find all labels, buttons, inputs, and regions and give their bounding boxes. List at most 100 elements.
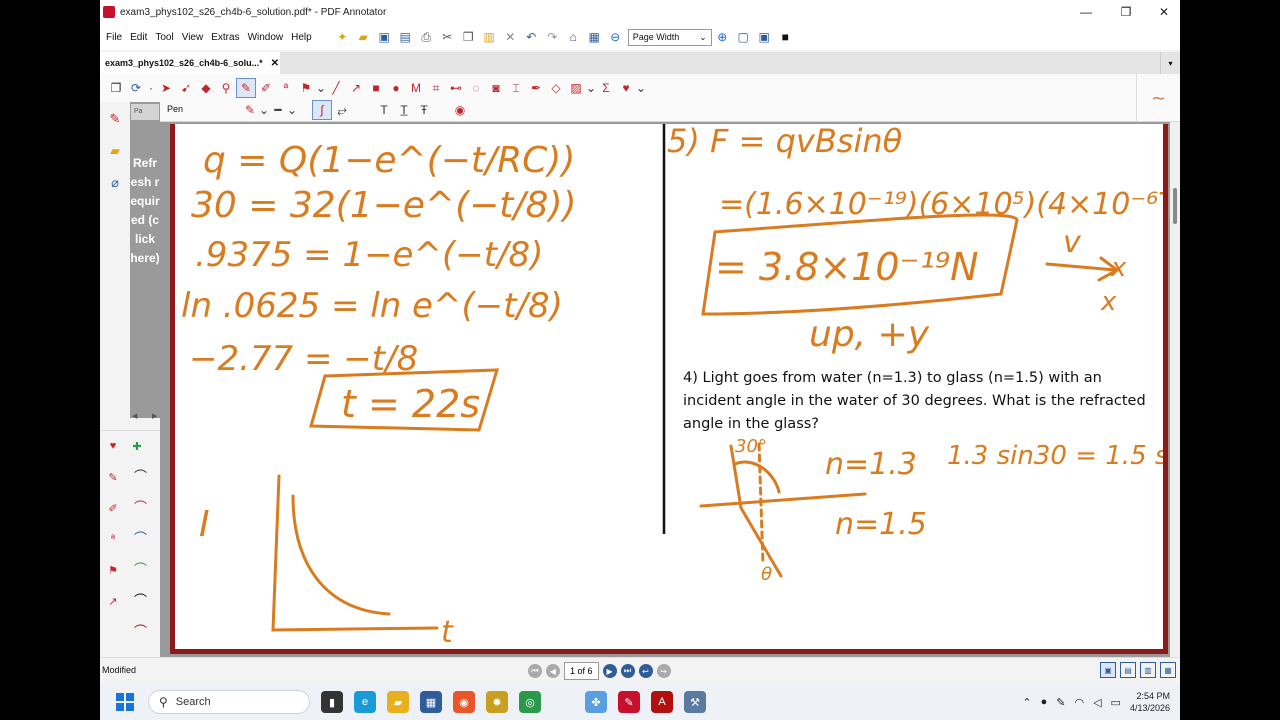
stroke-sample-green[interactable]: ⌒ xyxy=(134,563,148,577)
stroke-sample-dark[interactable]: ⌒ xyxy=(134,594,148,608)
fill-icon[interactable]: ◉ xyxy=(450,100,470,120)
line-icon[interactable]: ╱ xyxy=(326,78,346,98)
pen-color-dropdown-icon[interactable]: ⌄ xyxy=(259,100,269,120)
text-box-icon[interactable]: ª xyxy=(276,78,296,98)
text-favorite-icon[interactable]: ª xyxy=(104,530,122,548)
refresh-required-link[interactable]: Refresh required (click here) xyxy=(130,154,160,268)
menu-extras[interactable]: Extras xyxy=(207,32,243,43)
camera-icon[interactable]: ◙ xyxy=(486,78,506,98)
zoom-select[interactable]: Page Width ⌄ xyxy=(627,28,712,46)
pen-tray-icon[interactable]: ✎ xyxy=(1056,696,1065,709)
microphone-icon[interactable]: ● xyxy=(1041,696,1048,708)
close-button[interactable]: ✕ xyxy=(1146,0,1180,24)
cut-icon[interactable]: ✂ xyxy=(439,29,456,46)
stroke-sample-darkred[interactable]: ⌒ xyxy=(134,625,148,639)
file-explorer-icon[interactable]: ▰ xyxy=(387,691,409,713)
stroke-sample-blue[interactable]: ⌒ xyxy=(134,532,148,546)
rectangle-icon[interactable]: ■ xyxy=(366,78,386,98)
eraser-icon[interactable]: ◆ xyxy=(196,78,216,98)
app-puzzle-icon[interactable]: ✤ xyxy=(585,691,607,713)
edit-pen-icon[interactable]: ✒ xyxy=(526,78,546,98)
print-icon[interactable]: ⎙ xyxy=(418,29,435,46)
save-as-icon[interactable]: ▤ xyxy=(397,29,414,46)
sigma-icon[interactable]: Σ xyxy=(596,78,616,98)
menu-window[interactable]: Window xyxy=(244,32,288,43)
text-strike-icon[interactable]: Ŧ xyxy=(414,100,434,120)
volume-icon[interactable]: ◁ xyxy=(1093,696,1101,709)
annotations-icon[interactable]: ✎ xyxy=(106,110,124,128)
crop-icon[interactable]: ⌶ xyxy=(506,78,526,98)
line-width-dropdown-icon[interactable]: ⌄ xyxy=(287,100,297,120)
wifi-icon[interactable]: ◠ xyxy=(1074,696,1084,709)
start-button-icon[interactable] xyxy=(116,693,134,711)
notes-icon[interactable]: ▰ xyxy=(106,142,124,160)
maximize-button[interactable]: ❐ xyxy=(1108,0,1144,24)
text-underline-icon[interactable]: T̲ xyxy=(394,100,414,120)
select-text-icon[interactable]: ➹ xyxy=(176,78,196,98)
highlighter-favorite-icon[interactable]: ✐ xyxy=(104,499,122,517)
undo-icon[interactable]: ↶ xyxy=(523,29,540,46)
back-icon[interactable]: ↩ xyxy=(638,664,653,678)
measure-icon[interactable]: ⌗ xyxy=(426,78,446,98)
favorites-dropdown-icon[interactable]: ⌄ xyxy=(636,78,646,98)
first-page-icon[interactable]: ⏮ xyxy=(528,664,542,678)
highlighter-icon[interactable]: ✐ xyxy=(256,78,276,98)
minimize-button[interactable]: — xyxy=(1068,0,1104,24)
arrow-icon[interactable]: ↗ xyxy=(346,78,366,98)
panel-scroll-left-icon[interactable]: ◀ xyxy=(132,412,137,420)
arrow-favorite-icon[interactable]: ↗ xyxy=(104,592,122,610)
tab-list-dropdown-icon[interactable]: ▾ xyxy=(1160,52,1180,74)
delete-icon[interactable]: ✕ xyxy=(502,29,519,46)
store-icon[interactable]: ▦ xyxy=(420,691,442,713)
save-icon[interactable]: ▣ xyxy=(376,29,393,46)
stroke-sample-red[interactable]: ⌒ xyxy=(134,501,148,515)
view-continuous-icon[interactable]: ▤ xyxy=(1120,662,1136,678)
battery-icon[interactable]: ▭ xyxy=(1111,696,1121,709)
open-folder-icon[interactable]: ▰ xyxy=(355,29,372,46)
menu-file[interactable]: File xyxy=(100,32,126,43)
grid-icon[interactable]: ▦ xyxy=(586,29,603,46)
favorites-heart-icon[interactable]: ♥ xyxy=(616,78,636,98)
magnifier-icon[interactable]: ⚲ xyxy=(216,78,236,98)
ellipse-icon[interactable]: ● xyxy=(386,78,406,98)
stamp-favorite-icon[interactable]: ⚑ xyxy=(104,561,122,579)
single-page-icon[interactable]: ▢ xyxy=(735,29,752,46)
notes-panel-tab[interactable]: Pa xyxy=(131,104,159,120)
edge-icon[interactable]: e xyxy=(354,691,376,713)
menu-view[interactable]: View xyxy=(178,32,208,43)
line-width-icon[interactable]: ━ xyxy=(268,100,288,120)
stamp-icon[interactable]: ⚑ xyxy=(296,78,316,98)
pen-color-icon[interactable]: ✎ xyxy=(240,100,260,120)
home-icon[interactable]: ⌂ xyxy=(565,29,582,46)
document-tab[interactable]: exam3_phys102_s26_ch4b-6_solu...* ✕ xyxy=(100,52,280,74)
view-two-page-icon[interactable]: ▥ xyxy=(1140,662,1156,678)
chrome-icon[interactable]: ◎ xyxy=(519,691,541,713)
freehand-icon[interactable]: ∫ xyxy=(312,100,332,120)
firefox-icon[interactable]: ◉ xyxy=(453,691,475,713)
taskbar-search[interactable]: ⚲ Search xyxy=(148,690,310,714)
comment-icon[interactable]: ◌ xyxy=(466,78,486,98)
panel-scroll-right-icon[interactable]: ▶ xyxy=(152,412,157,420)
menu-tool[interactable]: Tool xyxy=(151,32,177,43)
next-page-icon[interactable]: ▶ xyxy=(602,664,617,678)
page-indicator[interactable]: 1 of 6 xyxy=(564,662,599,680)
paste-icon[interactable]: ▥ xyxy=(481,29,498,46)
forward-icon[interactable]: ↪ xyxy=(656,664,671,678)
fullscreen-icon[interactable]: ■ xyxy=(777,29,794,46)
refresh-icon[interactable]: ⟳ xyxy=(126,78,146,98)
stamp-dropdown-icon[interactable]: ⌄ xyxy=(316,78,326,98)
zoom-out-icon[interactable]: ⊖ xyxy=(607,29,624,46)
scrollbar-thumb[interactable] xyxy=(1173,188,1177,224)
eraser-tool-icon[interactable]: ◇ xyxy=(546,78,566,98)
image-dropdown-icon[interactable]: ⌄ xyxy=(586,78,596,98)
attachments-icon[interactable]: ⌀ xyxy=(106,174,124,192)
new-document-icon[interactable]: ✦ xyxy=(334,29,351,46)
redo-icon[interactable]: ↷ xyxy=(544,29,561,46)
select-arrow-icon[interactable]: ➤ xyxy=(156,78,176,98)
link-icon[interactable]: ⊷ xyxy=(446,78,466,98)
copy-icon[interactable]: ❐ xyxy=(460,29,477,46)
vertical-scrollbar[interactable] xyxy=(1170,122,1180,657)
image-icon[interactable]: ▨ xyxy=(566,78,586,98)
menu-help[interactable]: Help xyxy=(287,32,316,43)
view-two-continuous-icon[interactable]: ▦ xyxy=(1160,662,1176,678)
